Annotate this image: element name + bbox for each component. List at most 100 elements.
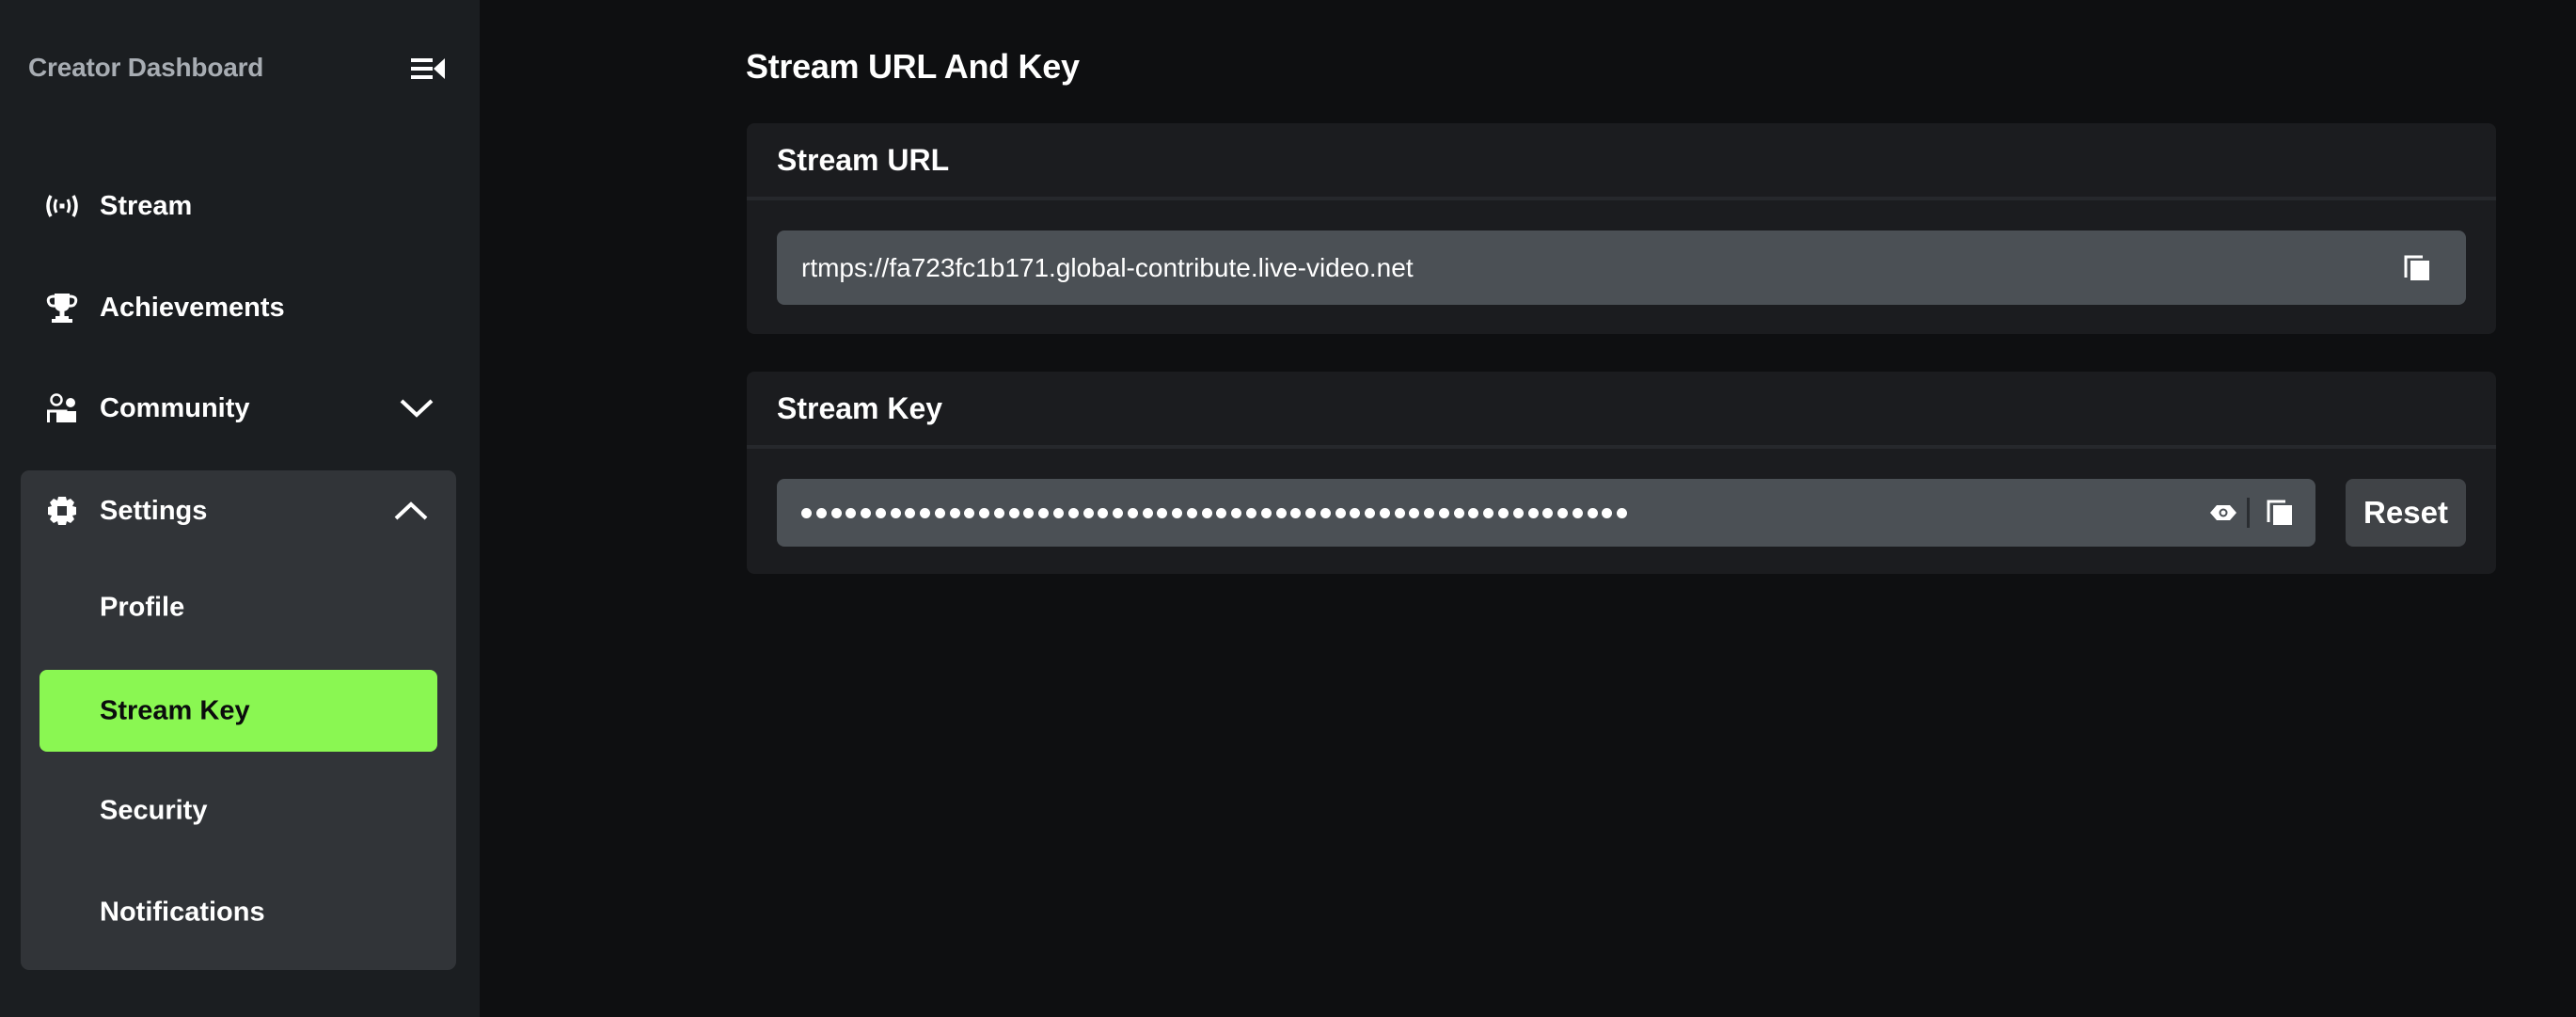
collapse-sidebar-button[interactable] bbox=[411, 58, 447, 87]
sidebar-item-settings[interactable]: Settings bbox=[21, 470, 456, 551]
app-root: Creator Dashboard Stream Achievements Co… bbox=[0, 0, 2576, 1017]
mask-dot bbox=[905, 507, 916, 518]
mask-dot bbox=[1587, 507, 1598, 518]
mask-dot bbox=[1172, 507, 1183, 518]
sidebar-item-label: Achievements bbox=[100, 292, 285, 323]
mask-dot bbox=[1497, 507, 1509, 518]
mask-dot bbox=[815, 507, 827, 518]
sidebar-subitem-profile[interactable]: Profile bbox=[40, 566, 437, 648]
mask-dot bbox=[1320, 507, 1331, 518]
copy-icon bbox=[2404, 255, 2429, 280]
mask-dot bbox=[1572, 507, 1583, 518]
mask-dot bbox=[1113, 507, 1124, 518]
mask-dot bbox=[1557, 507, 1569, 518]
mask-dot bbox=[1527, 507, 1539, 518]
mask-dot bbox=[1602, 507, 1613, 518]
mask-dot bbox=[1275, 507, 1287, 518]
mask-dot bbox=[1186, 507, 1197, 518]
mask-dot bbox=[1453, 507, 1464, 518]
eye-icon bbox=[2210, 505, 2236, 520]
mask-dot bbox=[1008, 507, 1019, 518]
sidebar: Creator Dashboard Stream Achievements Co… bbox=[0, 0, 480, 1017]
gear-icon bbox=[43, 492, 81, 530]
sidebar-item-achievements[interactable]: Achievements bbox=[21, 267, 456, 348]
sidebar-subitem-security[interactable]: Security bbox=[40, 770, 437, 851]
trophy-icon bbox=[43, 289, 81, 326]
settings-group: Settings Profile Stream Key Security Not… bbox=[21, 470, 456, 970]
community-icon bbox=[43, 389, 81, 427]
mask-dot bbox=[1438, 507, 1449, 518]
stream-url-card: Stream URL rtmps://fa723fc1b171.global-c… bbox=[747, 123, 2496, 334]
mask-dot bbox=[993, 507, 1004, 518]
page-title: Stream URL And Key bbox=[746, 47, 1080, 86]
mask-dot bbox=[1350, 507, 1361, 518]
copy-icon bbox=[2267, 500, 2292, 525]
chevron-down-icon bbox=[400, 398, 434, 419]
mask-dot bbox=[1483, 507, 1494, 518]
mask-dot bbox=[1245, 507, 1256, 518]
sidebar-subitem-label: Notifications bbox=[100, 897, 265, 927]
collapse-sidebar-icon bbox=[411, 58, 445, 79]
copy-url-button[interactable] bbox=[2400, 251, 2434, 285]
mask-dot bbox=[1617, 507, 1628, 518]
mask-dot bbox=[1231, 507, 1242, 518]
stream-key-header: Stream Key bbox=[747, 372, 2496, 449]
copy-key-button[interactable] bbox=[2263, 496, 2297, 530]
mask-dot bbox=[1053, 507, 1065, 518]
mask-dot bbox=[1098, 507, 1109, 518]
mask-dot bbox=[1468, 507, 1479, 518]
mask-dot bbox=[1365, 507, 1376, 518]
stream-url-field[interactable]: rtmps://fa723fc1b171.global-contribute.l… bbox=[777, 230, 2466, 305]
sidebar-item-community[interactable]: Community bbox=[21, 368, 456, 449]
mask-dot bbox=[1127, 507, 1138, 518]
sidebar-subitem-label: Profile bbox=[100, 592, 185, 622]
mask-dot bbox=[1142, 507, 1153, 518]
mask-dot bbox=[1379, 507, 1390, 518]
mask-dot bbox=[1512, 507, 1524, 518]
field-divider bbox=[2247, 498, 2250, 528]
mask-dot bbox=[890, 507, 901, 518]
sidebar-item-label: Community bbox=[100, 392, 250, 423]
mask-dot bbox=[964, 507, 975, 518]
mask-dot bbox=[1216, 507, 1227, 518]
mask-dot bbox=[1542, 507, 1554, 518]
stream-url-value: rtmps://fa723fc1b171.global-contribute.l… bbox=[801, 252, 1414, 282]
mask-dot bbox=[1083, 507, 1094, 518]
mask-dot bbox=[830, 507, 842, 518]
mask-dot bbox=[845, 507, 857, 518]
sidebar-subitem-label: Stream Key bbox=[100, 695, 250, 725]
mask-dot bbox=[801, 507, 812, 518]
mask-dot bbox=[1424, 507, 1435, 518]
sidebar-subitem-stream-key[interactable]: Stream Key bbox=[40, 670, 437, 752]
chevron-up-icon bbox=[394, 501, 428, 521]
mask-dot bbox=[979, 507, 990, 518]
mask-dot bbox=[1305, 507, 1317, 518]
mask-dot bbox=[1038, 507, 1050, 518]
mask-dot bbox=[1260, 507, 1272, 518]
sidebar-item-label: Settings bbox=[100, 495, 208, 526]
sidebar-item-stream[interactable]: Stream bbox=[21, 166, 456, 246]
stream-url-header: Stream URL bbox=[747, 123, 2496, 200]
mask-dot bbox=[1335, 507, 1346, 518]
show-key-button[interactable] bbox=[2206, 496, 2240, 530]
reset-key-button[interactable]: Reset bbox=[2346, 479, 2466, 547]
mask-dot bbox=[875, 507, 886, 518]
sidebar-subitem-notifications[interactable]: Notifications bbox=[40, 871, 437, 953]
mask-dot bbox=[1067, 507, 1079, 518]
mask-dot bbox=[920, 507, 931, 518]
brand-title: Creator Dashboard bbox=[28, 53, 264, 82]
sidebar-subitem-label: Security bbox=[100, 795, 208, 825]
stream-key-card: Stream Key Reset bbox=[747, 372, 2496, 574]
sidebar-item-label: Stream bbox=[100, 190, 193, 221]
mask-dot bbox=[934, 507, 945, 518]
mask-dot bbox=[1023, 507, 1035, 518]
stream-key-field[interactable] bbox=[777, 479, 2315, 547]
mask-dot bbox=[949, 507, 960, 518]
broadcast-icon bbox=[43, 187, 81, 225]
mask-dot bbox=[861, 507, 872, 518]
mask-dot bbox=[1201, 507, 1212, 518]
mask-dot bbox=[1409, 507, 1420, 518]
mask-dot bbox=[1394, 507, 1405, 518]
stream-key-masked-value bbox=[801, 506, 1632, 519]
mask-dot bbox=[1157, 507, 1168, 518]
